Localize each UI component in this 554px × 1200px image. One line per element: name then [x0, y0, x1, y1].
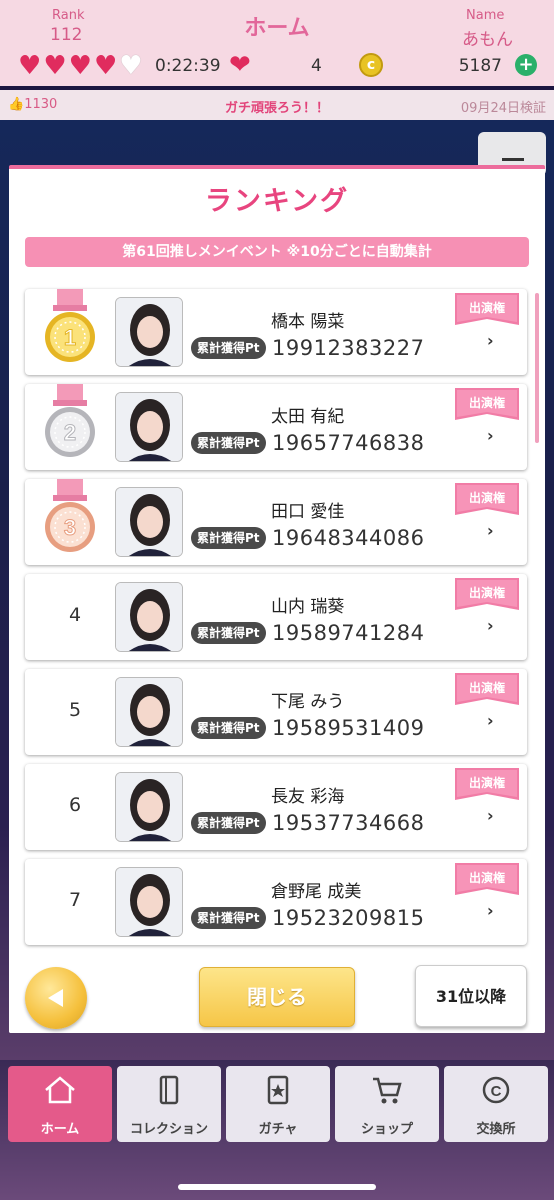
- life-hearts: ♥ ♥ ♥ ♥ ♥: [18, 53, 143, 79]
- ranking-row[interactable]: 1 橋本 陽菜 累計獲得Pt 19912383227 出演権 ›: [25, 289, 527, 375]
- modal-footer: 閉じる 31位以降: [9, 957, 545, 1033]
- heart-icon: ♥: [93, 51, 118, 81]
- member-name: 田口 愛佳: [271, 502, 345, 522]
- nav-item[interactable]: ガチャ: [226, 1066, 330, 1142]
- heart-icon: ♥: [68, 51, 92, 81]
- member-name: 山内 瑞葵: [271, 597, 345, 617]
- points-value: 19657746838: [272, 431, 425, 455]
- gold-medal-icon: 1: [45, 289, 95, 362]
- rank-number: 7: [68, 889, 82, 911]
- chevron-right-icon[interactable]: ›: [487, 331, 494, 350]
- bottom-nav: ホーム コレクション ガチャ ショップ C 交換所: [0, 1060, 554, 1200]
- rank-number: 5: [68, 699, 82, 721]
- svg-text:2: 2: [64, 420, 76, 445]
- nav-item[interactable]: C 交換所: [444, 1066, 548, 1142]
- nav-label: 交換所: [476, 1122, 516, 1137]
- back-button[interactable]: [25, 967, 87, 1029]
- ranking-modal: ランキング 第61回推しメンイベント ※10分ごとに自動集計 1 橋本 陽菜 累計…: [9, 165, 545, 1033]
- points-value: 19589741284: [272, 621, 425, 645]
- member-photo: [115, 487, 183, 557]
- chevron-right-icon[interactable]: ›: [487, 806, 494, 825]
- double-heart-icon: ❤: [229, 50, 251, 80]
- nav-item[interactable]: コレクション: [117, 1066, 221, 1142]
- heart-icon: ♥: [43, 51, 67, 81]
- appearance-right-tag: 出演権: [468, 681, 505, 695]
- nav-item[interactable]: ホーム: [8, 1066, 112, 1142]
- member-photo: [115, 772, 183, 842]
- recovery-timer: 0:22:39: [155, 56, 221, 76]
- appearance-right-tag: 出演権: [468, 396, 505, 410]
- points-badge: 累計獲得Pt: [191, 527, 266, 549]
- member-name: 太田 有紀: [271, 407, 345, 427]
- info-bar: 👍1130 ガチ頑張ろう！！ 09月24日検証: [0, 90, 554, 120]
- appearance-right-tag: 出演権: [468, 871, 505, 885]
- rank-number: 6: [68, 794, 82, 816]
- points-badge: 累計獲得Pt: [191, 622, 266, 644]
- bronze-medal-icon: 3: [45, 479, 95, 552]
- member-photo: [115, 677, 183, 747]
- points-value: 19648344086: [272, 526, 425, 550]
- member-name: 長友 彩海: [271, 787, 345, 807]
- chevron-right-icon[interactable]: ›: [487, 616, 494, 635]
- scrollbar[interactable]: [535, 293, 539, 443]
- points-value: 19589531409: [272, 716, 425, 740]
- nav-item[interactable]: ショップ: [335, 1066, 439, 1142]
- empty-heart-icon: ♥: [119, 51, 143, 81]
- points-badge: 累計獲得Pt: [191, 812, 266, 834]
- ranking-row[interactable]: 7 倉野尾 成美 累計獲得Pt 19523209815 出演権 ›: [25, 859, 527, 945]
- event-banner: 第61回推しメンイベント ※10分ごとに自動集計: [25, 237, 529, 267]
- member-photo: [115, 867, 183, 937]
- member-name: 下尾 みう: [271, 692, 345, 712]
- close-button[interactable]: 閉じる: [199, 967, 355, 1027]
- points-badge: 累計獲得Pt: [191, 717, 266, 739]
- appearance-right-tag: 出演権: [468, 491, 505, 505]
- nav-label: ガチャ: [258, 1122, 298, 1137]
- silver-medal-icon: 2: [45, 384, 95, 457]
- points-value: 19523209815: [272, 906, 425, 930]
- ranking-row[interactable]: 6 長友 彩海 累計獲得Pt 19537734668 出演権 ›: [25, 764, 527, 850]
- date-label: 09月24日検証: [460, 101, 546, 116]
- svg-text:1: 1: [64, 325, 76, 350]
- triangle-left-icon: [48, 989, 63, 1007]
- nav-label: ショップ: [360, 1122, 413, 1137]
- ranking-row[interactable]: 4 山内 瑞葵 累計獲得Pt 19589741284 出演権 ›: [25, 574, 527, 660]
- svg-text:C: C: [491, 1083, 502, 1100]
- points-badge: 累計獲得Pt: [191, 907, 266, 929]
- points-badge: 累計獲得Pt: [191, 337, 266, 359]
- add-coin-button[interactable]: +: [515, 54, 537, 76]
- ranking-row[interactable]: 2 太田 有紀 累計獲得Pt 19657746838 出演権 ›: [25, 384, 527, 470]
- coin-count: 5187: [458, 56, 502, 76]
- chevron-right-icon[interactable]: ›: [487, 521, 494, 540]
- nav-label: ホーム: [40, 1122, 80, 1137]
- member-name: 倉野尾 成美: [271, 882, 362, 902]
- points-value: 19537734668: [272, 811, 425, 835]
- member-name: 橋本 陽菜: [271, 312, 345, 332]
- rank-number: 4: [68, 604, 82, 626]
- home-indicator: [178, 1184, 376, 1190]
- member-photo: [115, 392, 183, 462]
- modal-title: ランキング: [204, 186, 350, 217]
- chevron-right-icon[interactable]: ›: [487, 426, 494, 445]
- heart-item-count: 4: [311, 56, 322, 76]
- points-badge: 累計獲得Pt: [191, 432, 266, 454]
- appearance-right-tag: 出演権: [468, 776, 505, 790]
- heart-icon: ♥: [18, 51, 42, 81]
- coin-icon: c: [359, 53, 383, 77]
- appearance-right-tag: 出演権: [468, 301, 505, 315]
- member-photo: [115, 582, 183, 652]
- rank-31-plus-button[interactable]: 31位以降: [415, 965, 527, 1027]
- status-header: Rank 112 ホーム Name あもん ♥ ♥ ♥ ♥ ♥ 0:22:39 …: [0, 0, 554, 86]
- ranking-list[interactable]: 1 橋本 陽菜 累計獲得Pt 19912383227 出演権 › 2 太田 有紀 累計獲得…: [19, 277, 533, 953]
- ranking-row[interactable]: 5 下尾 みう 累計獲得Pt 19589531409 出演権 ›: [25, 669, 527, 755]
- ranking-row[interactable]: 3 田口 愛佳 累計獲得Pt 19648344086 出演権 ›: [25, 479, 527, 565]
- nav-label: コレクション: [129, 1122, 208, 1137]
- chevron-right-icon[interactable]: ›: [487, 711, 494, 730]
- svg-text:3: 3: [64, 515, 76, 540]
- name-label: Name: [466, 8, 505, 23]
- member-photo: [115, 297, 183, 367]
- points-value: 19912383227: [272, 336, 425, 360]
- chevron-right-icon[interactable]: ›: [487, 901, 494, 920]
- appearance-right-tag: 出演権: [468, 586, 505, 600]
- player-name: あもん: [462, 30, 513, 50]
